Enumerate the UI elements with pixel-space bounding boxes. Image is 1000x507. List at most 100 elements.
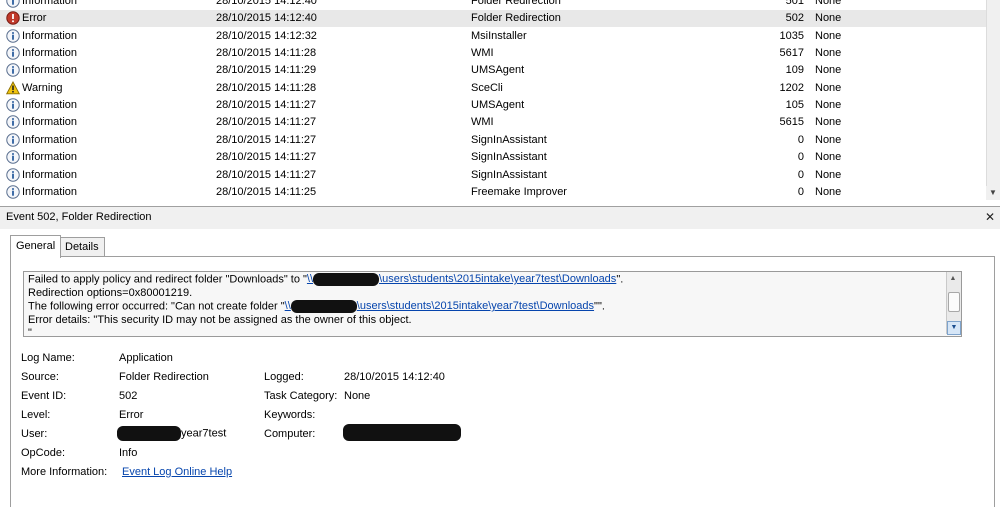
link-text: \users\students\2015intake\year7test\Dow… <box>356 300 595 313</box>
event-id-cell: 502 <box>785 12 804 25</box>
user-value: year7test <box>117 426 226 441</box>
date-time-cell: 28/10/2015 14:11:27 <box>216 99 317 112</box>
source-cell: Folder Redirection <box>471 12 561 25</box>
description-text: The following error occurred: "Can not c… <box>28 300 285 313</box>
table-row[interactable]: Information 28/10/2015 14:11:27 SignInAssi… <box>0 149 986 166</box>
table-row[interactable]: Information 28/10/2015 14:11:28 WMI 5617 Non… <box>0 45 986 62</box>
info-icon <box>6 133 20 147</box>
event-id-cell: 0 <box>797 133 804 146</box>
close-icon[interactable]: ✕ <box>983 210 997 224</box>
date-time-cell: 28/10/2015 14:11:27 <box>216 151 317 164</box>
scroll-down-arrow-icon[interactable]: ▼ <box>947 321 961 335</box>
computer-value <box>343 424 461 441</box>
table-row[interactable]: Information 28/10/2015 14:11:27 WMI 5615 Non… <box>0 114 986 131</box>
event-list[interactable]: Information 28/10/2015 14:12:40 Folder Red… <box>0 0 1000 200</box>
level-cell: Information <box>22 116 78 129</box>
task-category-cell: None <box>815 29 842 42</box>
info-icon <box>6 115 20 130</box>
link-text: \users\students\2015intake\year7test\Dow… <box>379 273 617 286</box>
table-row[interactable]: Information 28/10/2015 14:12:40 Folder Red… <box>0 0 986 10</box>
level-cell: Information <box>22 47 78 60</box>
opcode-value: Info <box>119 447 138 459</box>
source-cell: Freemake Improver <box>471 185 567 198</box>
task-category-value: None <box>344 390 371 402</box>
description-text: "". <box>594 300 605 313</box>
event-id-cell: 1202 <box>779 81 804 94</box>
task-category-cell: None <box>815 151 842 164</box>
task-category-cell: None <box>815 0 842 7</box>
description-link[interactable]: \\ \users\students\2015intake\year7test\D… <box>307 273 617 286</box>
event-id-cell: 0 <box>797 168 804 181</box>
redacted-block <box>343 424 461 441</box>
info-icon <box>6 28 20 43</box>
date-time-cell: 28/10/2015 14:12:40 <box>216 12 317 25</box>
source-label: Source: <box>21 371 59 383</box>
tab-general[interactable]: General <box>10 235 62 258</box>
level-cell: Warning <box>22 81 63 94</box>
task-category-cell: None <box>815 47 842 60</box>
source-cell: WMI <box>471 116 494 129</box>
date-time-cell: 28/10/2015 14:11:29 <box>216 64 317 77</box>
task-category-cell: None <box>815 116 842 129</box>
table-row[interactable]: Information 28/10/2015 14:11:27 UMSAgent 10… <box>0 97 986 114</box>
event-list-scrollbar[interactable] <box>986 0 1000 200</box>
source-cell: Folder Redirection <box>471 0 561 7</box>
description-text: Failed to apply policy and redirect fold… <box>28 273 307 286</box>
user-label: User: <box>21 428 48 440</box>
task-category-cell: None <box>815 168 842 181</box>
keywords-label: Keywords: <box>264 409 316 421</box>
date-time-cell: 28/10/2015 14:11:27 <box>216 168 317 181</box>
error-icon <box>6 11 20 26</box>
opcode-label: OpCode: <box>21 447 66 459</box>
table-row[interactable]: Error 28/10/2015 14:12:40 Folder Redirecti… <box>0 10 986 28</box>
description-line-4: Error details: "This security ID may not… <box>28 314 412 326</box>
table-row[interactable]: Information 28/10/2015 14:11:27 SignInAssi… <box>0 167 986 184</box>
table-row[interactable]: Warning 28/10/2015 14:11:28 SceCli 1202 None <box>0 80 986 97</box>
source-cell: UMSAgent <box>471 99 525 112</box>
level-cell: Information <box>22 151 78 164</box>
info-icon <box>6 167 20 182</box>
table-row[interactable]: Information 28/10/2015 14:12:32 MsiInstall… <box>0 28 986 45</box>
task-category-cell: None <box>815 185 842 198</box>
tab-details[interactable]: Details <box>59 237 105 256</box>
level-label: Level: <box>21 409 51 421</box>
info-icon <box>6 185 20 199</box>
table-row[interactable]: Information 28/10/2015 14:11:25 Freemake I… <box>0 184 986 200</box>
info-icon <box>6 150 20 164</box>
user-value-text: year7test <box>181 427 227 440</box>
task-category-cell: None <box>815 12 842 25</box>
info-icon <box>6 0 20 8</box>
link-text: \\ <box>284 300 291 313</box>
redacted-block <box>290 300 357 313</box>
event-log-online-help-link[interactable]: Event Log Online Help <box>122 466 232 478</box>
event-description-box[interactable]: Failed to apply policy and redirect fold… <box>23 271 962 337</box>
event-detail-header: Event 502, Folder Redirection ✕ <box>0 206 1000 230</box>
logged-label: Logged: <box>264 371 304 383</box>
description-link[interactable]: \\ \users\students\2015intake\year7test\D… <box>284 300 595 313</box>
event-id-cell: 0 <box>797 185 804 198</box>
description-text: ". <box>616 273 624 286</box>
source-cell: SignInAssistant <box>471 133 547 146</box>
source-cell: UMSAgent <box>471 64 525 77</box>
task-category-cell: None <box>815 81 842 94</box>
source-cell: MsiInstaller <box>471 29 527 42</box>
level-cell: Error <box>22 12 47 25</box>
log-name-value: Application <box>119 352 173 364</box>
scroll-up-arrow-icon[interactable]: ▲ <box>948 274 958 284</box>
event-id-cell: 501 <box>785 0 804 7</box>
event-id-label: Event ID: <box>21 390 67 402</box>
event-id-cell: 105 <box>785 99 804 112</box>
logged-value: 28/10/2015 14:12:40 <box>344 371 445 383</box>
event-id-cell: 1035 <box>779 29 804 42</box>
table-row[interactable]: Information 28/10/2015 14:11:27 SignInAssi… <box>0 132 986 149</box>
level-cell: Information <box>22 168 78 181</box>
more-information-label: More Information: <box>21 466 108 478</box>
scroll-down-arrow-icon[interactable]: ▼ <box>986 186 1000 200</box>
redacted-block <box>313 273 380 286</box>
description-line-5: " <box>28 327 32 337</box>
table-row[interactable]: Information 28/10/2015 14:11:29 UMSAgent 10… <box>0 62 986 79</box>
date-time-cell: 28/10/2015 14:11:27 <box>216 116 317 129</box>
description-scroll-thumb[interactable] <box>948 292 960 312</box>
warning-icon <box>5 80 21 95</box>
date-time-cell: 28/10/2015 14:11:27 <box>216 133 317 146</box>
